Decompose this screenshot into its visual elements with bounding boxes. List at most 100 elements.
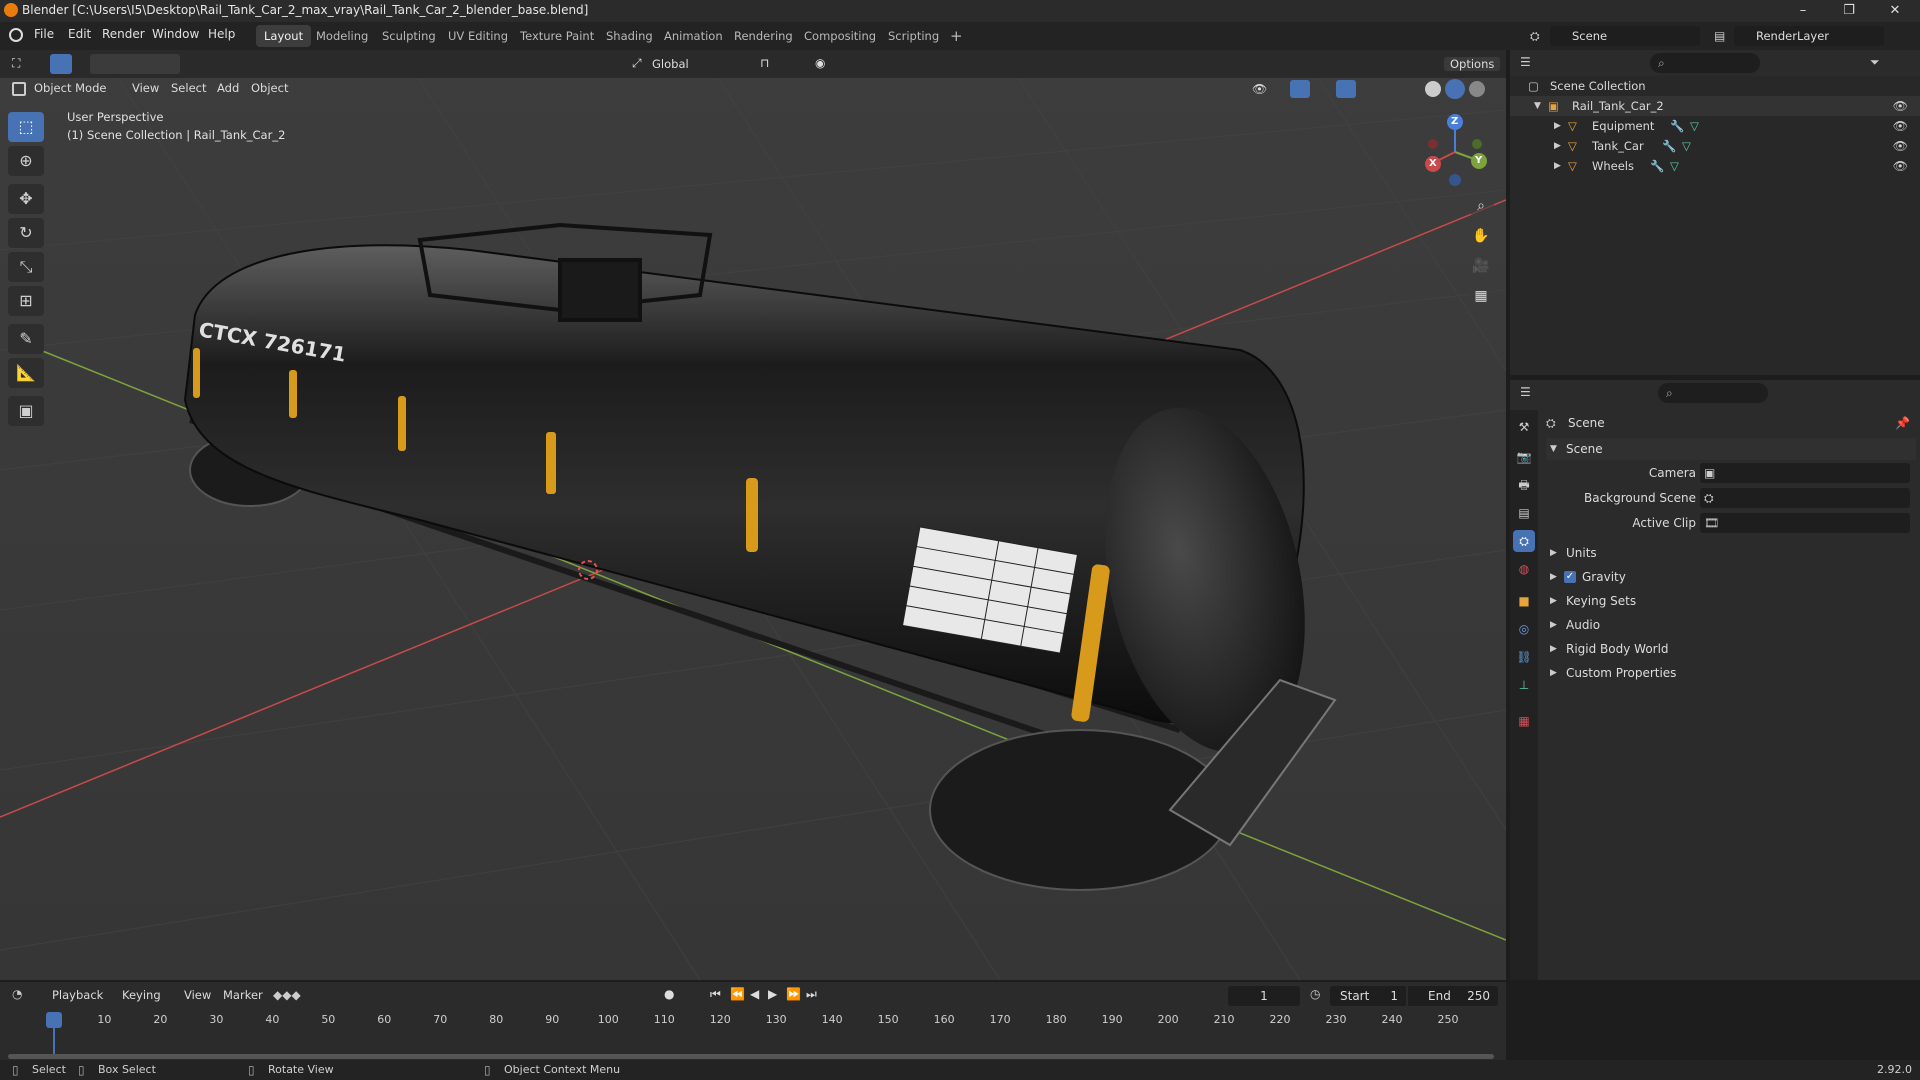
world-tab-icon[interactable]: ◍	[1513, 558, 1535, 580]
section-audio[interactable]: ▶ Audio	[1546, 614, 1916, 636]
maximize-button[interactable]: ❐	[1826, 0, 1872, 22]
object-tab-icon[interactable]: ■	[1513, 590, 1535, 612]
move-icon[interactable]: ✥	[8, 184, 44, 214]
menu-add[interactable]: Add	[217, 81, 239, 95]
menu-window[interactable]: Window	[152, 27, 199, 41]
section-custom-properties[interactable]: ▶ Custom Properties	[1546, 662, 1916, 684]
menu-marker[interactable]: Marker	[223, 988, 263, 1002]
ortho-grid-icon[interactable]: ▦	[1468, 283, 1494, 309]
tab-uv-editing[interactable]: UV Editing	[440, 25, 516, 47]
frame-ruler[interactable]: 1102030405060708090100110120130140150160…	[0, 1008, 1506, 1060]
clock-icon[interactable]: ◷	[1310, 987, 1320, 1001]
section-keying-sets[interactable]: ▶ Keying Sets	[1546, 590, 1916, 612]
play-reverse-icon[interactable]: ◀	[750, 987, 759, 1001]
close-button[interactable]: ✕	[1872, 0, 1918, 22]
add-cube-icon[interactable]: ▣	[8, 396, 44, 426]
scene-tab-icon[interactable]: ⛭	[1513, 530, 1535, 552]
visibility-eye-icon[interactable]: 👁	[1893, 136, 1908, 156]
tab-shading[interactable]: Shading	[598, 25, 661, 47]
playhead[interactable]	[46, 1012, 62, 1028]
outliner-row-tank-car[interactable]: ▶ ▽ Tank_Car 🔧 ▽ 👁	[1510, 136, 1920, 156]
rotate-icon[interactable]: ↻	[8, 218, 44, 248]
expand-arrow-icon[interactable]: ▼	[1534, 96, 1541, 116]
expand-arrow-icon[interactable]: ▶	[1554, 116, 1561, 136]
proportional-edit-icon[interactable]: ◉	[815, 56, 825, 70]
select-box-icon[interactable]: ⬚	[8, 112, 44, 142]
options-dropdown[interactable]: Options	[1444, 57, 1501, 71]
tab-layout[interactable]: Layout	[256, 25, 312, 47]
object-mode-dropdown[interactable]: Object Mode	[34, 81, 106, 95]
menu-object[interactable]: Object	[251, 81, 288, 95]
3d-viewport[interactable]: CTCX 726171 ⛶ ⤢ Global ⊓ ◉ Options Objec…	[0, 50, 1506, 980]
render-tab-icon[interactable]: 📷	[1513, 446, 1535, 468]
jump-end-icon[interactable]: ⏭	[806, 987, 817, 1002]
expand-arrow-icon[interactable]: ▶	[1554, 136, 1561, 156]
outliner-row-scene-collection[interactable]: ▢ Scene Collection	[1510, 76, 1920, 96]
texture-tab-icon[interactable]: ▦	[1513, 710, 1535, 732]
visibility-eye-icon[interactable]: 👁	[1893, 156, 1908, 176]
shading-rendered-icon[interactable]	[1469, 81, 1485, 97]
menu-view[interactable]: View	[184, 988, 211, 1002]
gravity-checkbox[interactable]: ✓	[1564, 571, 1576, 583]
gizmo-toggle-icon[interactable]	[1290, 80, 1310, 98]
shading-solid-icon[interactable]	[1425, 81, 1441, 97]
end-frame-field[interactable]: End 250	[1408, 986, 1498, 1006]
editor-type-icon[interactable]: ☰	[1520, 385, 1531, 399]
visibility-icon[interactable]: 👁	[1252, 82, 1267, 96]
tab-modeling[interactable]: Modeling	[308, 25, 376, 47]
section-gravity[interactable]: ▶ ✓ Gravity	[1546, 566, 1916, 588]
outliner-row-equipment[interactable]: ▶ ▽ Equipment 🔧 ▽ 👁	[1510, 116, 1920, 136]
scene-panel-header[interactable]: ▼ Scene	[1546, 438, 1916, 460]
active-clip-field[interactable]: 🎞	[1700, 513, 1910, 533]
snap-icon[interactable]: ⊓	[760, 56, 769, 70]
tab-texture-paint[interactable]: Texture Paint	[512, 25, 602, 47]
camera-view-icon[interactable]: 🎥	[1468, 253, 1494, 279]
tab-sculpting[interactable]: Sculpting	[374, 25, 444, 47]
next-keyframe-icon[interactable]: ⏩	[786, 987, 801, 1001]
editor-type-icon[interactable]: ⛶	[12, 56, 20, 71]
menu-file[interactable]: File	[34, 27, 54, 41]
tool-tab-icon[interactable]: ⚒	[1513, 416, 1535, 438]
visibility-eye-icon[interactable]: 👁	[1893, 116, 1908, 136]
section-rigid-body-world[interactable]: ▶ Rigid Body World	[1546, 638, 1916, 660]
object-data-tab-icon[interactable]: ⊥	[1513, 674, 1535, 696]
scene-selector[interactable]: Scene	[1550, 26, 1700, 46]
visibility-eye-icon[interactable]: 👁	[1893, 96, 1908, 116]
current-frame-field[interactable]: 1	[1228, 986, 1300, 1006]
measure-icon[interactable]: 📐	[8, 358, 44, 388]
selection-modes[interactable]	[90, 54, 180, 74]
menu-playback[interactable]: Playback	[52, 988, 103, 1002]
pan-hand-icon[interactable]: ✋	[1468, 223, 1494, 249]
tab-rendering[interactable]: Rendering	[726, 25, 801, 47]
orientation-dropdown[interactable]: Global	[652, 57, 689, 71]
camera-field[interactable]: ▣	[1700, 463, 1910, 483]
blender-menu-icon[interactable]	[9, 28, 23, 42]
pin-icon[interactable]: 📌	[1895, 412, 1910, 434]
output-tab-icon[interactable]: 🖶	[1513, 474, 1535, 496]
tab-animation[interactable]: Animation	[656, 25, 731, 47]
scale-icon[interactable]: ⤡	[8, 252, 44, 282]
minimize-button[interactable]: –	[1780, 0, 1826, 22]
tab-compositing[interactable]: Compositing	[796, 25, 884, 47]
timeline-scrollbar[interactable]	[8, 1054, 1494, 1059]
zoom-icon[interactable]: ⌕	[1468, 193, 1494, 219]
overlay-toggle-icon[interactable]	[1336, 80, 1356, 98]
shading-material-icon[interactable]	[1445, 79, 1465, 99]
view-layer-tab-icon[interactable]: ▤	[1513, 502, 1535, 524]
record-icon[interactable]: ●	[664, 987, 674, 1001]
menu-select[interactable]: Select	[171, 81, 206, 95]
transform-icon[interactable]: ⊞	[8, 286, 44, 316]
render-layer-selector[interactable]: RenderLayer	[1734, 26, 1884, 46]
outliner-search-input[interactable]: ⌕	[1650, 53, 1760, 73]
prev-keyframe-icon[interactable]: ⏪	[730, 987, 745, 1001]
menu-keying[interactable]: Keying	[122, 988, 161, 1002]
filter-icon[interactable]: ⏷	[1870, 55, 1880, 70]
outliner-row-wheels[interactable]: ▶ ▽ Wheels 🔧 ▽ 👁	[1510, 156, 1920, 176]
jump-start-icon[interactable]: ⏮	[710, 987, 721, 1002]
display-mode-icon[interactable]: ☰	[1520, 55, 1531, 69]
keyframe-icons[interactable]: ◆◆◆	[273, 988, 301, 1002]
menu-edit[interactable]: Edit	[68, 27, 91, 41]
start-frame-field[interactable]: Start 1	[1330, 986, 1406, 1006]
add-workspace-button[interactable]: +	[942, 25, 971, 47]
properties-search-input[interactable]: ⌕	[1658, 383, 1768, 403]
